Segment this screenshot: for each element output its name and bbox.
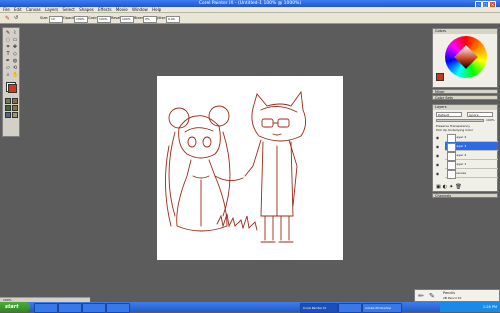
pick-up-color-option[interactable]: Pick Up Underlying Color <box>436 128 473 132</box>
resat-field[interactable]: 100% <box>120 15 134 23</box>
brush-category-label: Pencils <box>443 291 456 295</box>
move-icon[interactable]: ✥ <box>12 44 18 50</box>
held-hands <box>214 175 244 181</box>
mixer-panel-header[interactable]: Mixer <box>432 89 498 94</box>
window-title: Corel Painter IX - (Untitled-1 100% @ 10… <box>198 1 302 6</box>
eraser-icon[interactable]: ▱ <box>5 65 11 71</box>
opacity-field[interactable]: 100% <box>74 15 88 23</box>
boy-arms <box>244 139 298 207</box>
shape-icon[interactable]: ◇ <box>12 51 18 57</box>
pen-icon[interactable]: ✒ <box>5 58 11 64</box>
girl-right-bun <box>208 105 230 127</box>
color-sets-panel-header[interactable]: Color Sets <box>432 95 498 100</box>
layer-row[interactable]: Layer 4 <box>445 133 498 143</box>
blend-mode-select[interactable]: Default <box>436 112 462 117</box>
rotate-icon[interactable]: ⟲ <box>12 65 18 71</box>
rect-select-icon[interactable]: ▭ <box>12 37 18 43</box>
girl-collar <box>192 175 210 179</box>
sketch-drawing <box>165 90 306 243</box>
eye-icon[interactable]: ◉ <box>435 135 440 140</box>
boy-glasses-right <box>277 118 290 128</box>
size-field[interactable]: 10 <box>49 15 63 23</box>
paper-selector[interactable] <box>5 98 11 104</box>
girl-head <box>178 115 221 159</box>
jitter-field[interactable]: 0.00 <box>166 15 180 23</box>
layer-opacity-value: 100% <box>486 118 495 122</box>
grain-field[interactable]: 100% <box>97 15 111 23</box>
property-bar: ✎ ↺ Size: 10 Opacity: 100% Grain: 100% R… <box>0 13 500 24</box>
layers-panel: Layers Default Ignore 100% Preserve Tran… <box>432 104 498 192</box>
colors-panel-title: Colors <box>433 29 497 34</box>
title-bar: Corel Painter IX - (Untitled-1 100% @ 10… <box>0 0 500 8</box>
layer-actions: ▣◐✦🗑 <box>436 184 464 190</box>
brush-variant-label: 2B Pencil 10 <box>443 296 462 300</box>
eye-icon[interactable]: ◉ <box>435 162 440 167</box>
bleed-field[interactable]: 0% <box>143 15 157 23</box>
boy-mouth <box>272 133 282 136</box>
brush-icon[interactable]: ✎ <box>5 15 10 22</box>
weaving-selector[interactable] <box>12 112 18 118</box>
lasso-icon[interactable]: ◌ <box>5 37 11 43</box>
hand-icon[interactable]: ✋ <box>12 72 18 78</box>
layer-row[interactable]: Layer 2 <box>445 151 498 161</box>
layer-name: Layer 1 <box>455 162 467 166</box>
size-label: Size: <box>40 16 49 20</box>
opacity-slider[interactable] <box>436 119 484 122</box>
selected-color-swatch[interactable] <box>436 73 444 81</box>
drawing-canvas[interactable] <box>157 76 343 260</box>
reset-icon[interactable]: ↺ <box>14 15 18 21</box>
brush-variant-icon: ✎ <box>429 292 435 300</box>
layers-panel-title: Layers <box>433 105 497 110</box>
nozzle-selector[interactable] <box>12 105 18 111</box>
composite-select[interactable]: Ignore <box>467 112 493 117</box>
brush-selector[interactable]: ✏ ✎ Pencils 2B Pencil 10 <box>414 289 500 302</box>
clock: 1:28 PM <box>482 305 497 309</box>
girl-left-bun <box>168 107 190 129</box>
dropper-icon[interactable]: ⌇ <box>12 30 18 36</box>
girl-bangs <box>184 127 214 133</box>
gradient-selector[interactable] <box>5 105 11 111</box>
girl-hair-left <box>168 131 176 217</box>
pattern-selector[interactable] <box>12 98 18 104</box>
bucket-icon[interactable]: ◍ <box>12 58 18 64</box>
layer-row[interactable]: Canvas <box>445 169 498 179</box>
start-button[interactable]: start <box>0 302 30 312</box>
delete-layer-icon[interactable]: 🗑 <box>455 184 463 190</box>
eye-icon[interactable]: ◉ <box>435 171 440 176</box>
main-color-swatch[interactable] <box>8 84 17 93</box>
layer-name: Layer 4 <box>455 135 467 139</box>
layer-name: Layer 3 <box>455 144 467 148</box>
layer-thumbnail <box>447 170 456 179</box>
girl-left-eye <box>187 136 197 148</box>
magnifier-icon[interactable]: ⌕ <box>5 72 11 78</box>
girl-dress <box>176 159 228 232</box>
crop-icon[interactable]: ⌗ <box>5 44 11 50</box>
eye-icon[interactable]: ◉ <box>435 153 440 158</box>
brush-tool-icon[interactable]: ✎ <box>5 30 11 36</box>
new-layer-icon[interactable]: ▣ <box>436 184 443 190</box>
boy-legs <box>264 215 290 241</box>
pencil-icon: ✏ <box>418 292 424 300</box>
toolbox: ✎ ⌇ ◌ ▭ ⌗ ✥ T ◇ ✒ ◍ ▱ ⟲ ⌕ ✋ <box>2 27 20 137</box>
channels-panel-header[interactable]: Channels <box>432 193 498 198</box>
boy-head <box>251 90 306 142</box>
boy-glasses-left <box>261 118 274 128</box>
layer-row-selected[interactable]: Layer 3 <box>445 142 498 152</box>
eye-icon[interactable]: ◉ <box>435 144 440 149</box>
boy-hair <box>260 106 298 113</box>
layer-name: Layer 2 <box>455 153 467 157</box>
colors-panel: Colors <box>432 28 498 88</box>
look-selector[interactable] <box>5 112 11 118</box>
layer-row[interactable]: Layer 1 <box>445 160 498 170</box>
text-icon[interactable]: T <box>5 51 11 57</box>
girl-right-eye <box>202 136 212 148</box>
layer-name: Canvas <box>455 171 467 175</box>
